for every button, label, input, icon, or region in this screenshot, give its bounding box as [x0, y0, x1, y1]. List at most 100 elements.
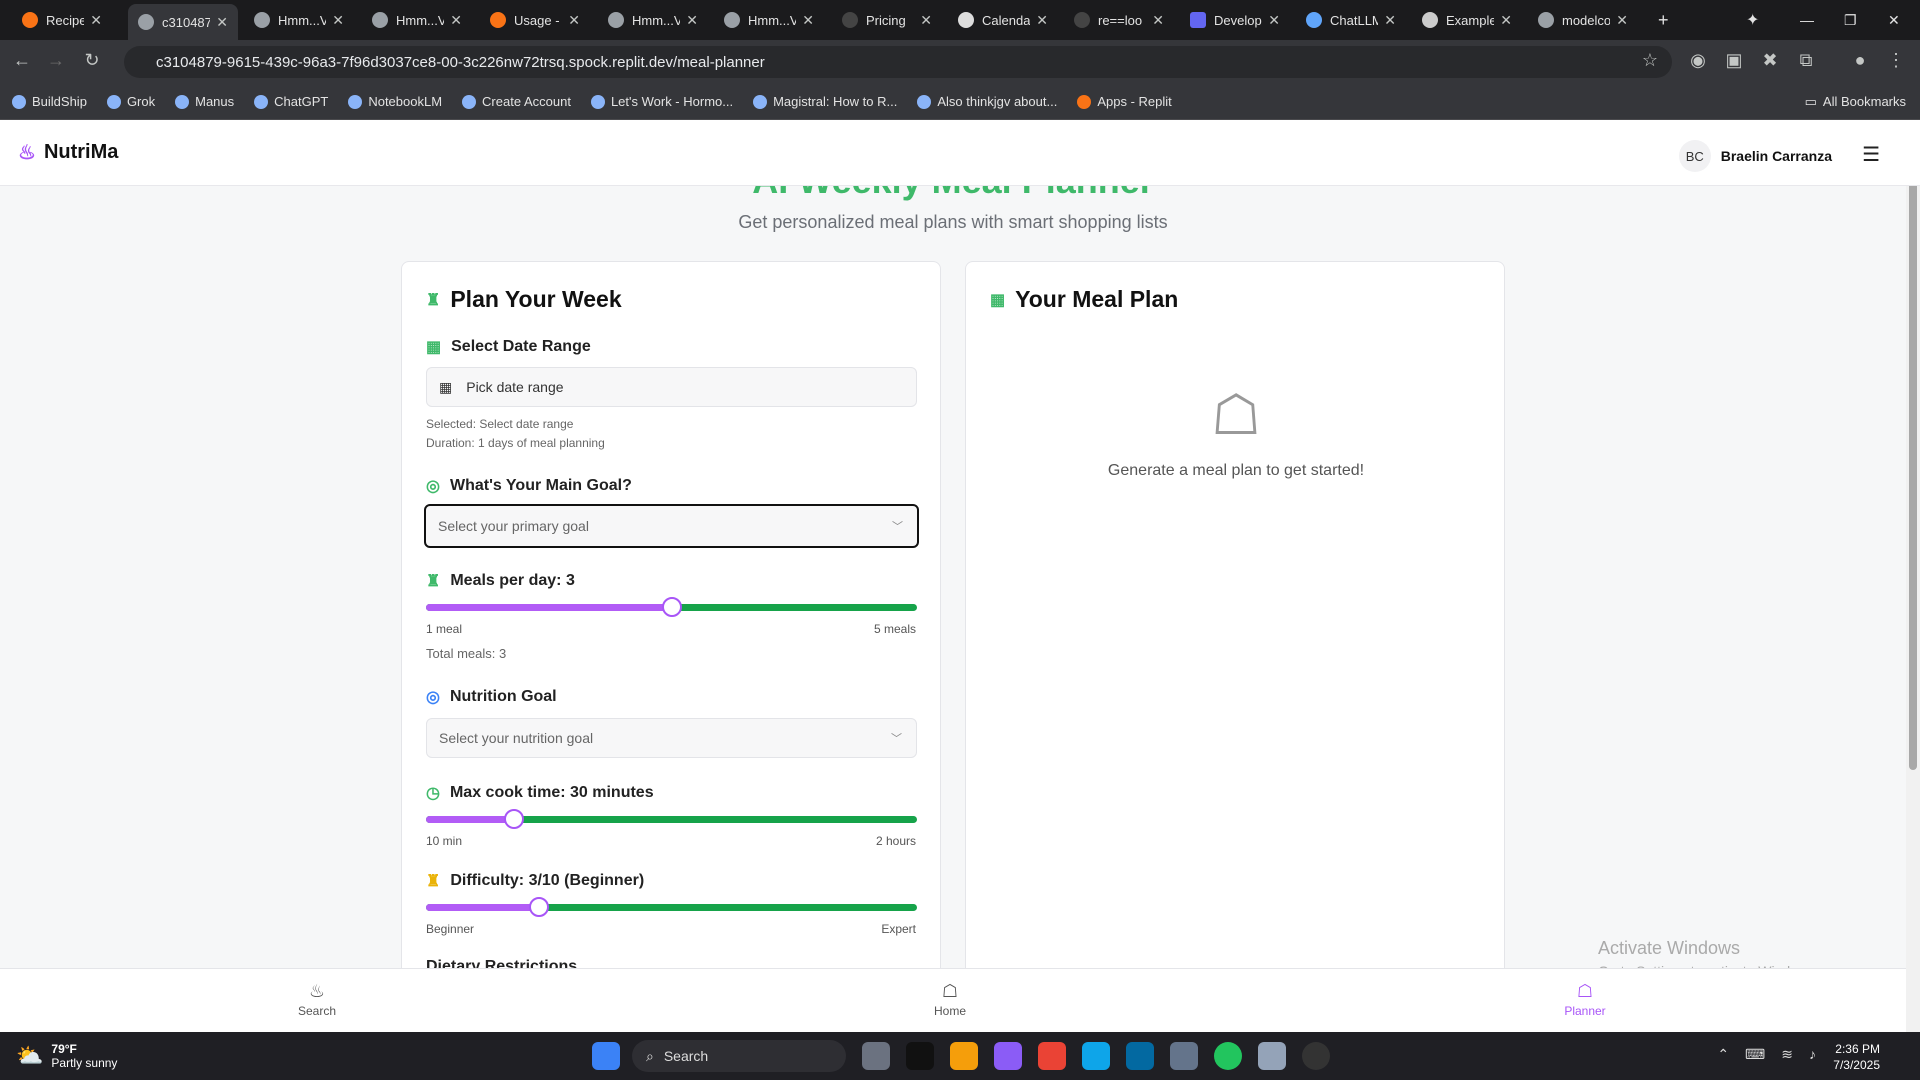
- date-range-picker-button[interactable]: ▦ Pick date range: [426, 367, 917, 407]
- more-icon[interactable]: ⋮: [1884, 50, 1908, 71]
- copilot-icon[interactable]: [994, 1042, 1022, 1070]
- clock[interactable]: 2:36 PM 7/3/2025: [1833, 1041, 1880, 1073]
- gemini-icon[interactable]: ✦: [1736, 6, 1766, 34]
- close-icon[interactable]: ✕: [1500, 12, 1512, 29]
- bookmark-item[interactable]: BuildShip: [12, 94, 87, 109]
- restore-button[interactable]: ❐: [1834, 6, 1864, 34]
- bookmark-icon: [175, 94, 190, 109]
- browser-tab[interactable]: modelco ✕: [1528, 6, 1638, 34]
- close-icon[interactable]: ✕: [90, 12, 102, 29]
- browser-tab[interactable]: RecipeA✕: [12, 6, 112, 34]
- bookmark-star-icon[interactable]: ☆: [1638, 50, 1662, 71]
- browser-tab[interactable]: Calenda ✕: [948, 6, 1058, 34]
- bookmark-item[interactable]: ChatGPT: [254, 94, 328, 109]
- browser-tab[interactable]: Hmm...V ✕: [714, 6, 824, 34]
- cook-time-label: ◷ Max cook time: 30 minutes: [426, 784, 654, 802]
- slider-fill: [426, 904, 539, 911]
- nav-home[interactable]: ☖ Home: [900, 981, 1000, 1018]
- weather-widget[interactable]: ⛅ 79°F Partly sunny: [16, 1042, 117, 1070]
- file-explorer-icon[interactable]: [950, 1042, 978, 1070]
- close-window-button[interactable]: ✕: [1878, 6, 1908, 34]
- slider-thumb[interactable]: [661, 597, 682, 617]
- bookmark-item[interactable]: Grok: [106, 94, 155, 109]
- close-icon[interactable]: ✕: [1384, 12, 1396, 29]
- all-bookmarks[interactable]: ▭ All Bookmarks: [1805, 94, 1906, 110]
- system-tray[interactable]: ⌃ ⌨ ≋ ♪: [1717, 1046, 1816, 1063]
- copilot-app-icon[interactable]: [906, 1042, 934, 1070]
- extension-icon[interactable]: ✖: [1758, 50, 1782, 71]
- close-icon[interactable]: ✕: [332, 12, 344, 29]
- close-icon[interactable]: ✕: [1036, 12, 1048, 29]
- back-icon[interactable]: ←: [10, 50, 34, 71]
- chrome-icon[interactable]: [1038, 1042, 1066, 1070]
- profile-icon[interactable]: ●: [1848, 50, 1872, 71]
- chevron-up-icon[interactable]: ⌃: [1717, 1046, 1729, 1063]
- volume-icon[interactable]: ♪: [1809, 1046, 1816, 1063]
- minimize-button[interactable]: —: [1790, 6, 1820, 34]
- outlook-icon[interactable]: [1126, 1042, 1154, 1070]
- close-icon[interactable]: ✕: [802, 12, 814, 29]
- browser-tab[interactable]: Pricing ✕: [832, 6, 942, 34]
- taskbar-search[interactable]: ⌕ Search: [632, 1040, 846, 1072]
- task-view-icon[interactable]: [862, 1042, 890, 1070]
- start-icon[interactable]: [592, 1042, 620, 1070]
- new-tab-button[interactable]: +: [1648, 6, 1678, 34]
- browser-tab[interactable]: Develop ✕: [1180, 6, 1290, 34]
- forward-icon[interactable]: →: [44, 50, 68, 71]
- nav-planner[interactable]: ☖ Planner: [1535, 981, 1635, 1018]
- browser-tab[interactable]: Example ✕: [1412, 6, 1522, 34]
- bookmark-item[interactable]: Manus: [175, 94, 234, 109]
- extension-icon[interactable]: ▣: [1722, 50, 1746, 71]
- bookmark-item[interactable]: Apps - Replit: [1077, 94, 1172, 109]
- browser-tab[interactable]: ChatLLM ✕: [1296, 6, 1406, 34]
- close-icon[interactable]: ✕: [1616, 12, 1628, 29]
- wifi-icon[interactable]: ≋: [1781, 1046, 1793, 1063]
- browser-tab[interactable]: Hmm...V ✕: [244, 6, 354, 34]
- user-menu[interactable]: BC Braelin Carranza: [1678, 140, 1832, 172]
- reload-icon[interactable]: ↻: [80, 50, 104, 71]
- puzzle-icon[interactable]: ⧉: [1794, 50, 1818, 71]
- bookmark-item[interactable]: Magistral: How to R...: [753, 94, 897, 109]
- app-header: ♨ NutriMa BC Braelin Carranza ☰: [0, 120, 1920, 186]
- hamburger-menu-icon[interactable]: ☰: [1862, 142, 1880, 167]
- cook-time-slider[interactable]: [426, 809, 917, 829]
- close-icon[interactable]: ✕: [216, 14, 228, 31]
- scrollbar-thumb[interactable]: [1909, 170, 1917, 770]
- browser-tab[interactable]: re==loo ✕: [1064, 6, 1174, 34]
- date-range-label: ▦ Select Date Range: [426, 338, 591, 356]
- photos-icon[interactable]: [1170, 1042, 1198, 1070]
- close-icon[interactable]: ✕: [920, 12, 932, 29]
- close-icon[interactable]: ✕: [1152, 12, 1164, 29]
- openai-icon: [842, 12, 858, 28]
- slider-thumb[interactable]: [528, 897, 549, 917]
- close-icon[interactable]: ✕: [686, 12, 698, 29]
- extension-icon[interactable]: ◉: [1686, 50, 1710, 71]
- spotify-icon[interactable]: [1214, 1042, 1242, 1070]
- difficulty-slider[interactable]: [426, 897, 917, 917]
- keyboard-icon[interactable]: ⌨: [1745, 1046, 1765, 1063]
- settings-icon[interactable]: [1258, 1042, 1286, 1070]
- bookmark-item[interactable]: Let's Work - Hormo...: [590, 94, 733, 109]
- slider-thumb[interactable]: [504, 809, 525, 829]
- close-icon[interactable]: ✕: [568, 12, 580, 29]
- nav-search[interactable]: ♨ Search: [267, 981, 367, 1018]
- close-icon[interactable]: ✕: [450, 12, 462, 29]
- meals-per-day-slider[interactable]: [426, 597, 917, 617]
- bookmark-item[interactable]: Also thinkjgv about...: [917, 94, 1057, 109]
- browser-tab-active[interactable]: c310487 ✕: [128, 4, 238, 40]
- browser-tab[interactable]: Hmm...V ✕: [362, 6, 472, 34]
- browser-tab[interactable]: Usage - ✕: [480, 6, 590, 34]
- edge-icon[interactable]: [1082, 1042, 1110, 1070]
- address-bar[interactable]: c3104879-9615-439c-96a3-7f96d3037ce8-00-…: [124, 46, 1672, 78]
- page-scrollbar[interactable]: [1906, 120, 1920, 1032]
- main-goal-select[interactable]: Select your primary goal ﹀: [424, 504, 919, 548]
- bookmark-item[interactable]: NotebookLM: [348, 94, 442, 109]
- chatgpt-icon[interactable]: [1302, 1042, 1330, 1070]
- globe-icon: [138, 14, 154, 30]
- nutrition-goal-select[interactable]: Select your nutrition goal ﹀: [426, 718, 917, 758]
- user-name: Braelin Carranza: [1720, 148, 1832, 164]
- browser-tab[interactable]: Hmm...V ✕: [598, 6, 708, 34]
- app-logo[interactable]: ♨ NutriMa: [18, 140, 118, 165]
- close-icon[interactable]: ✕: [1268, 12, 1280, 29]
- bookmark-item[interactable]: Create Account: [462, 94, 571, 109]
